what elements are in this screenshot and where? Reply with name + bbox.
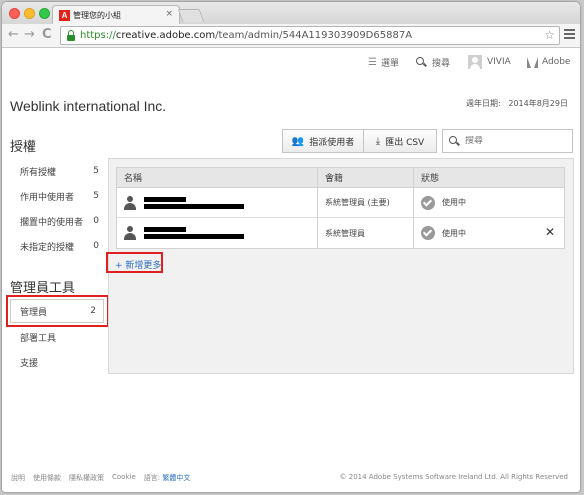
sidebar-item-support[interactable]: 支援: [10, 353, 106, 371]
redacted-user-info: [144, 195, 244, 211]
person-icon: [124, 226, 136, 240]
sidebar-item-unassigned-licenses[interactable]: 未指定的授權 0: [10, 237, 106, 255]
footer-link-privacy[interactable]: 隱私權政策: [69, 473, 104, 483]
star-icon[interactable]: ☆: [544, 28, 555, 42]
browser-tab[interactable]: A 管理您的小組 ×: [52, 5, 180, 24]
menu-nav[interactable]: ☰ 選單: [368, 54, 399, 70]
footer-link-cookie[interactable]: Cookie: [112, 473, 136, 483]
column-header-name[interactable]: 名稱: [117, 168, 317, 187]
menu-label: 選單: [380, 58, 399, 69]
footer-link-terms[interactable]: 使用條款: [33, 473, 61, 483]
minimize-window-button[interactable]: [24, 8, 35, 19]
search-input[interactable]: [465, 136, 565, 146]
language-selector[interactable]: 繁體中文: [162, 474, 190, 482]
assign-users-button[interactable]: 👥 指派使用者: [282, 129, 364, 153]
adobe-link[interactable]: Adobe: [527, 54, 570, 70]
maximize-window-button[interactable]: [39, 8, 50, 19]
adobe-logo-icon: [527, 56, 538, 68]
copyright-text: © 2014 Adobe Systems Software Ireland Lt…: [339, 473, 568, 481]
sidebar-item-pending-users[interactable]: 擱置中的使用者 0: [10, 212, 106, 230]
reload-button[interactable]: C: [42, 28, 52, 42]
browser-toolbar: ← → C https://creative.adobe.com/team/ad…: [2, 24, 580, 48]
footer-links: 說明 使用條款 隱私權政策 Cookie 語言: 繁體中文: [11, 473, 190, 483]
status-cell: 使用中: [413, 218, 564, 248]
user-name: VIVIA: [487, 57, 511, 67]
sidebar-item-deployment-tools[interactable]: 部署工具: [10, 328, 106, 346]
membership-cell: 系統管理員 (主要): [317, 188, 413, 217]
footer-link-help[interactable]: 說明: [11, 473, 25, 483]
licenses-section-title: 授權: [10, 140, 37, 155]
person-icon: [124, 195, 136, 210]
tab-title: 管理您的小組: [73, 10, 121, 20]
check-icon: [421, 195, 435, 210]
tab-bar: A 管理您的小組 ×: [2, 2, 580, 24]
table-row[interactable]: 系統管理員 使用中 ✕: [117, 218, 564, 248]
search-icon: [416, 57, 426, 67]
search-icon: [449, 136, 459, 146]
new-tab-button[interactable]: [177, 9, 205, 22]
highlight-box-add-more: [106, 252, 163, 273]
search-nav-label: 搜尋: [432, 58, 451, 69]
adobe-label: Adobe: [542, 57, 571, 67]
admin-table: 名稱 會籍 狀態 系統管理員 (主要) 使用中 系統管理員 使用中 ✕: [116, 167, 565, 249]
forward-button[interactable]: →: [24, 28, 35, 42]
redacted-user-info: [144, 225, 244, 241]
search-box[interactable]: [442, 129, 573, 153]
url-text[interactable]: https://creative.adobe.com/team/admin/54…: [80, 30, 412, 41]
avatar-icon: [468, 55, 482, 69]
company-name: Weblink international Inc.: [10, 98, 167, 114]
column-header-status[interactable]: 狀態: [413, 168, 564, 187]
close-tab-icon[interactable]: ×: [165, 9, 173, 19]
menu-icon[interactable]: [564, 29, 575, 41]
admin-name-cell: [117, 218, 317, 248]
admin-tools-section-title: 管理員工具: [10, 281, 76, 296]
highlight-box-admins: [6, 295, 109, 327]
renewal-date: 週年日期: 2014年8月29日: [466, 99, 568, 108]
back-button[interactable]: ←: [8, 28, 19, 42]
user-menu[interactable]: VIVIA: [468, 54, 511, 70]
export-icon: ⤓: [375, 135, 381, 147]
close-window-button[interactable]: [9, 8, 20, 19]
admin-name-cell: [117, 188, 317, 217]
check-icon: [421, 226, 435, 240]
export-csv-button[interactable]: ⤓ 匯出 CSV: [363, 129, 437, 153]
sidebar-item-active-users[interactable]: 作用中使用者 5: [10, 187, 106, 205]
table-row[interactable]: 系統管理員 (主要) 使用中: [117, 188, 564, 218]
assign-users-icon: 👥: [291, 135, 305, 147]
address-bar[interactable]: https://creative.adobe.com/team/admin/54…: [60, 26, 560, 45]
search-nav[interactable]: 搜尋: [416, 54, 450, 70]
menu-list-icon: ☰: [368, 56, 377, 68]
remove-icon[interactable]: ✕: [545, 225, 555, 239]
sidebar-item-all-licenses[interactable]: 所有授權 5: [10, 162, 106, 180]
column-header-membership[interactable]: 會籍: [317, 168, 413, 187]
language-label: 語言: 繁體中文: [143, 474, 191, 482]
status-cell: 使用中: [413, 188, 564, 217]
browser-window: A 管理您的小組 × ← → C https://creative.adobe.…: [2, 2, 580, 492]
table-header: 名稱 會籍 狀態: [117, 168, 564, 188]
lock-icon: [66, 29, 76, 42]
membership-cell: 系統管理員: [317, 218, 413, 248]
adobe-favicon-icon: A: [59, 9, 70, 21]
